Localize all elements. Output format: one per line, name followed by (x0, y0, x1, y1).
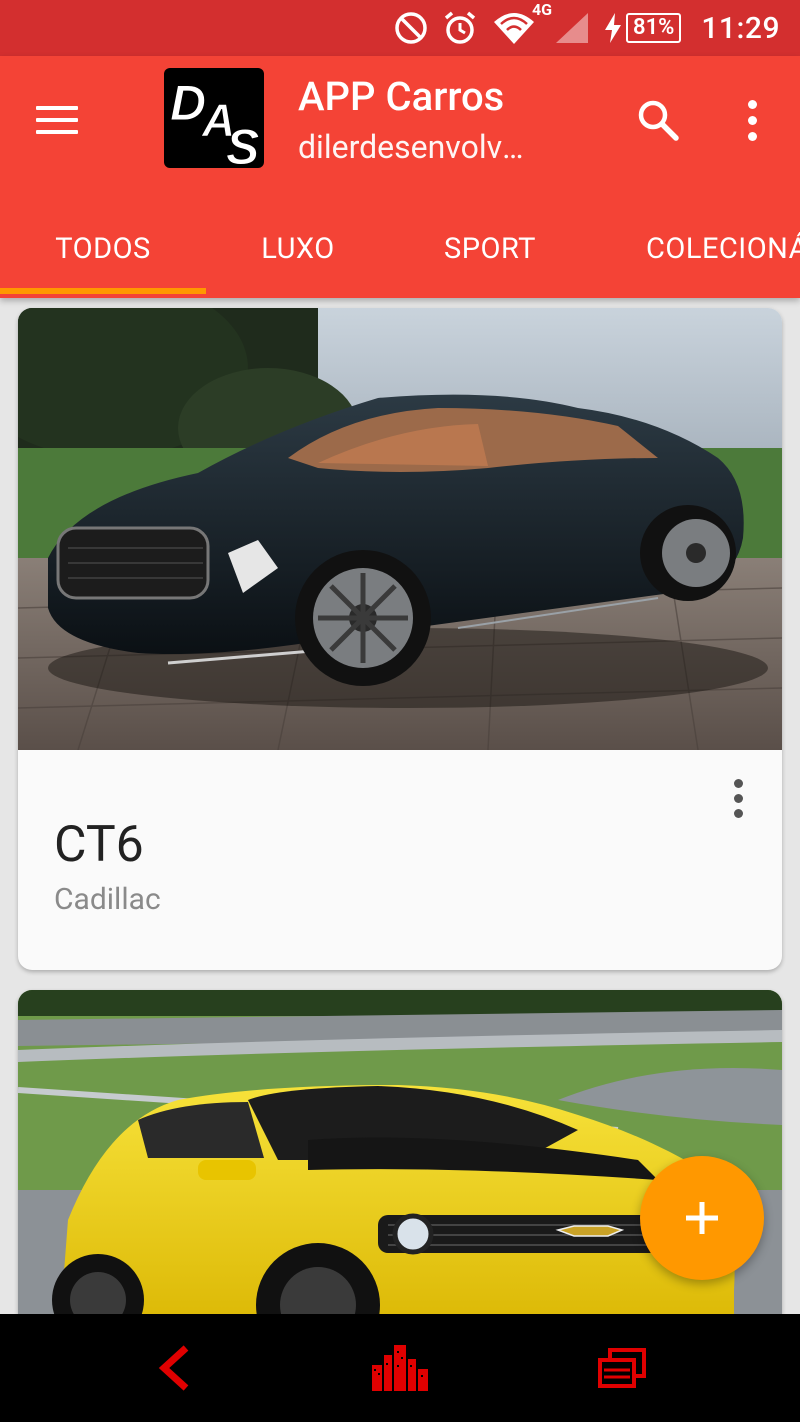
nav-back-button[interactable] (144, 1338, 204, 1398)
tab-luxo[interactable]: LUXO (206, 204, 390, 294)
network-type: 4G (532, 0, 553, 19)
car-brand: Cadillac (54, 882, 161, 917)
menu-icon-line (36, 118, 78, 122)
category-tabs: TODOS LUXO SPORT COLECIONÁVEIS (0, 204, 800, 294)
recent-apps-icon (598, 1348, 646, 1388)
more-vert-icon (733, 793, 743, 803)
search-icon (638, 100, 679, 141)
back-icon (158, 1345, 189, 1391)
app-logo: D A S (164, 68, 264, 168)
signal-icon (554, 11, 590, 45)
car-name: CT6 (54, 816, 144, 874)
system-nav-bar (0, 1314, 800, 1422)
menu-button[interactable] (36, 94, 88, 146)
menu-icon-line (36, 130, 78, 134)
title-block: APP Carros dilerdesenvolvimento (298, 70, 528, 170)
tab-colecionaveis[interactable]: COLECIONÁVEIS (590, 204, 800, 294)
dnd-icon (394, 11, 428, 45)
wifi-icon: 4G (492, 0, 552, 46)
card-more-button[interactable] (728, 778, 748, 818)
battery-indicator: 81% (604, 13, 682, 43)
add-car-button[interactable] (640, 1156, 764, 1280)
more-vert-icon (747, 115, 757, 125)
car-card[interactable]: CT6 Cadillac (18, 308, 782, 970)
search-button[interactable] (630, 92, 686, 148)
status-icons: 4G 81% 11:29 (394, 0, 780, 56)
more-vert-icon (733, 808, 743, 818)
svg-text:S: S (226, 119, 259, 168)
nav-home-button[interactable] (370, 1338, 430, 1398)
tab-indicator (0, 288, 206, 294)
home-icon (372, 1345, 428, 1391)
car-photo-cadillac (18, 308, 782, 750)
clock: 11:29 (701, 10, 780, 46)
more-vert-icon (747, 131, 757, 141)
status-bar: 4G 81% 11:29 (0, 0, 800, 56)
more-vert-icon (747, 99, 757, 109)
nav-recent-apps-button[interactable] (592, 1338, 652, 1398)
more-vert-icon (733, 778, 743, 788)
alarm-icon (442, 10, 478, 46)
charging-icon (605, 13, 621, 43)
tab-sport[interactable]: SPORT (390, 204, 590, 294)
menu-icon-line (36, 106, 78, 110)
svg-text:D: D (170, 75, 206, 131)
more-options-button[interactable] (728, 92, 776, 148)
tab-todos[interactable]: TODOS (0, 204, 206, 294)
plus-icon (686, 1202, 718, 1234)
app-subtitle: dilerdesenvolvimento (298, 128, 528, 166)
app-bar: D A S APP Carros dilerdesenvolvimento TO… (0, 56, 800, 298)
app-title: APP Carros (298, 73, 505, 120)
battery-percent: 81% (626, 13, 682, 43)
